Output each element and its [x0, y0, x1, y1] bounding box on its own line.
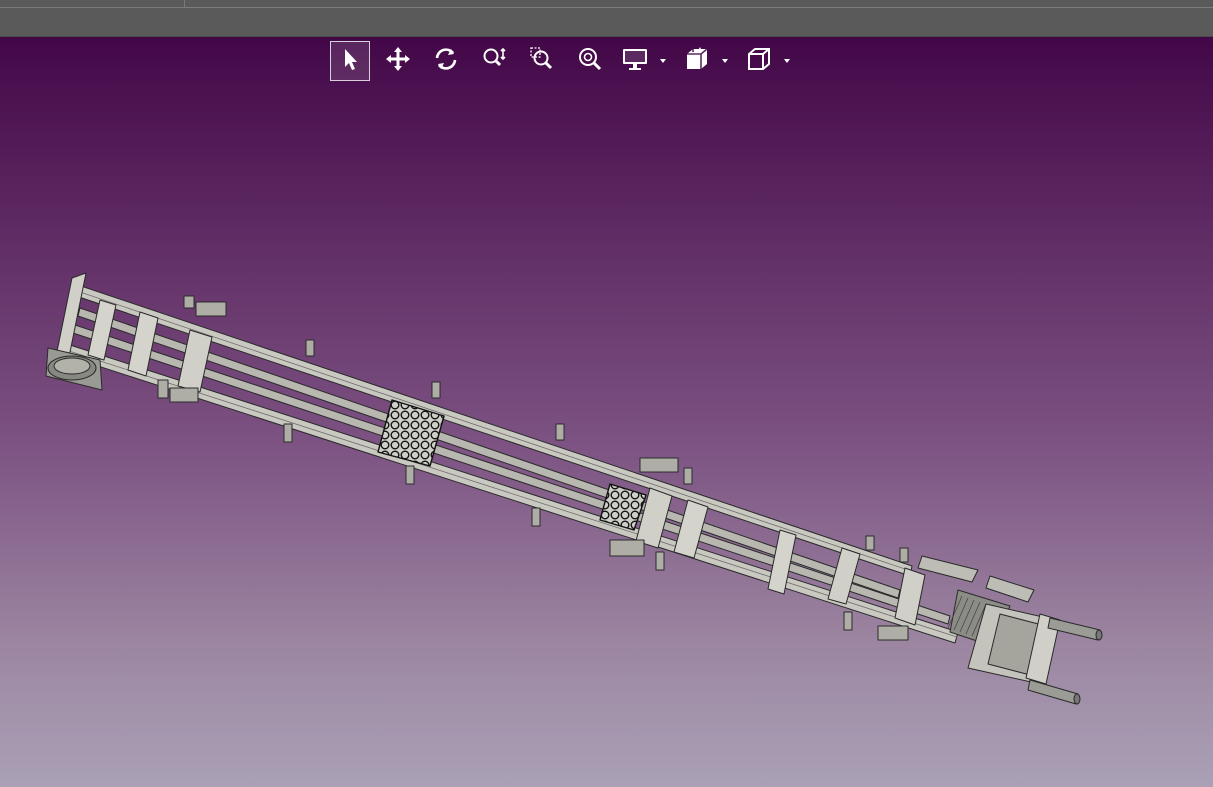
- cad-app: [0, 0, 1213, 787]
- chassis-3d-model[interactable]: [0, 37, 1213, 787]
- 3d-viewport[interactable]: [0, 37, 1213, 787]
- tab-divider: [185, 7, 1213, 8]
- document-tab[interactable]: [0, 0, 185, 8]
- top-tab-bar: [0, 0, 1213, 37]
